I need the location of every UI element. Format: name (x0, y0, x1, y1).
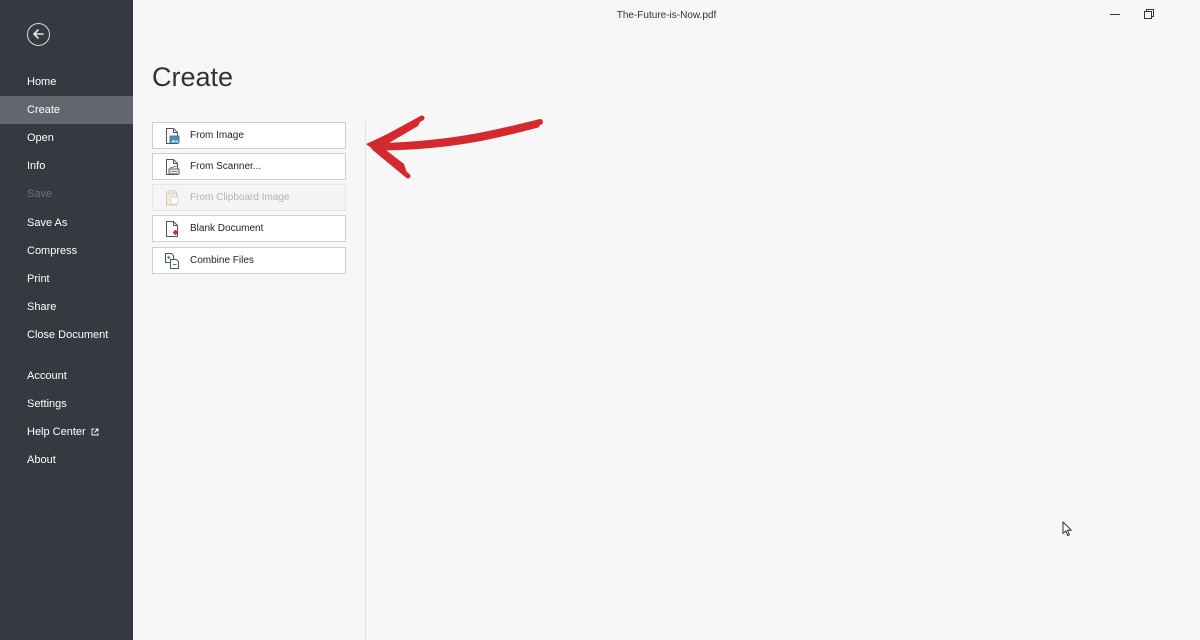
sidebar-item-print[interactable]: Print (0, 265, 133, 293)
sidebar-item-home[interactable]: Home (0, 68, 133, 96)
from-scanner-button[interactable]: From Scanner... (152, 153, 346, 180)
annotation-arrow-icon (366, 115, 543, 179)
blank-document-icon (166, 221, 178, 237)
combine-files-button[interactable]: Combine Files (152, 247, 346, 274)
image-file-icon (166, 128, 180, 144)
from-image-label: From Image (190, 130, 244, 141)
sidebar-item-create[interactable]: Create (0, 96, 133, 124)
sidebar-item-close-document[interactable]: Close Document (0, 321, 133, 349)
sidebar-item-label: Help Center (27, 426, 86, 438)
combine-files-icon (165, 253, 179, 269)
external-link-icon (91, 428, 99, 436)
restore-button[interactable] (1134, 4, 1164, 24)
sidebar-item-info[interactable]: Info (0, 152, 133, 180)
page-title: Create (152, 62, 234, 92)
clipboard-icon (166, 190, 179, 206)
sidebar-item-compress[interactable]: Compress (0, 237, 133, 265)
back-button[interactable] (27, 23, 50, 46)
from-scanner-label: From Scanner... (190, 161, 262, 172)
from-clipboard-image-button: From Clipboard Image (152, 184, 346, 211)
sidebar-item-account[interactable]: Account (0, 362, 133, 390)
combine-files-label: Combine Files (190, 255, 254, 266)
sidebar: Home Create Open Info Save Save As Compr… (0, 0, 133, 640)
divider (365, 121, 366, 640)
scanner-icon (166, 159, 180, 175)
sidebar-item-help-center[interactable]: Help Center (0, 418, 133, 446)
restore-icon (1144, 9, 1154, 19)
mouse-cursor-icon (1062, 521, 1072, 536)
from-clipboard-image-label: From Clipboard Image (190, 192, 290, 203)
sidebar-item-about[interactable]: About (0, 446, 133, 474)
sidebar-item-save: Save (27, 188, 53, 200)
sidebar-item-open[interactable]: Open (0, 124, 133, 152)
sidebar-item-settings[interactable]: Settings (0, 390, 133, 418)
from-image-button[interactable]: From Image (152, 122, 346, 149)
blank-document-button[interactable]: Blank Document (152, 215, 346, 242)
back-arrow-icon (33, 29, 44, 39)
sidebar-item-share[interactable]: Share (0, 293, 133, 321)
minimize-icon (1110, 14, 1120, 15)
minimize-button[interactable] (1100, 4, 1130, 24)
blank-document-label: Blank Document (190, 223, 264, 234)
sidebar-item-save-as[interactable]: Save As (0, 209, 133, 237)
window-title: The-Future-is-Now.pdf (616, 10, 717, 21)
